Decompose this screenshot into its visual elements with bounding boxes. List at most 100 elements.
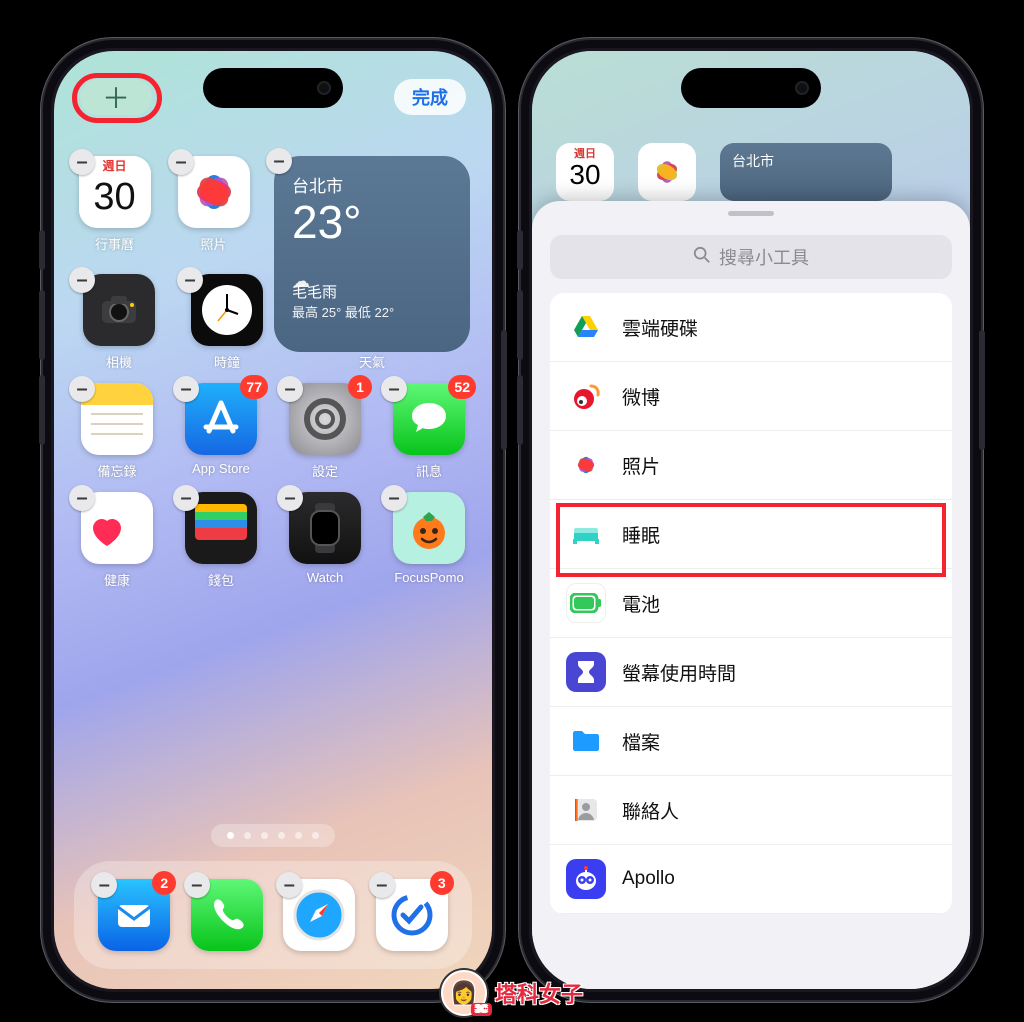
clock-icon (198, 281, 256, 339)
gear-icon (300, 394, 350, 444)
app-label: 健康 (104, 570, 130, 589)
sheet-grabber[interactable] (728, 211, 774, 216)
badge: 3 (430, 871, 454, 895)
app-messages[interactable]: –52 訊息 (388, 383, 470, 480)
dock-ticktick[interactable]: –3 (376, 879, 448, 951)
watch-icon (305, 501, 345, 555)
widget-item-label: 照片 (622, 452, 660, 479)
app-camera[interactable]: – 相機 (76, 274, 162, 371)
app-wallet[interactable]: – 錢包 (180, 492, 262, 589)
contacts-icon (566, 790, 606, 830)
front-camera-icon (317, 81, 331, 95)
remove-icon[interactable]: – (173, 376, 199, 402)
hourglass-icon (566, 652, 606, 692)
widget-item-gdrive[interactable]: 雲端硬碟 (550, 293, 952, 362)
remove-icon[interactable]: – (69, 149, 95, 175)
remove-icon[interactable]: – (381, 485, 407, 511)
mini-weather-widget: 台北市 (720, 143, 892, 201)
camera-icon (96, 287, 142, 333)
widget-item-label: 檔案 (622, 728, 660, 755)
volume-down-button[interactable] (39, 375, 45, 445)
dock-phone[interactable]: – (191, 879, 263, 951)
messages-icon (406, 396, 452, 442)
search-widgets-input[interactable]: 搜尋小工具 (550, 235, 952, 279)
widget-item-sleep[interactable]: 睡眠 (550, 500, 952, 569)
app-watch[interactable]: – Watch (284, 492, 366, 589)
weather-widget[interactable]: – 台北市 23° ☁︎ 毛毛雨 最高 25° 最低 22° 天氣 (274, 156, 470, 372)
volume-up-button[interactable] (39, 290, 45, 360)
widget-item-weibo[interactable]: 微博 (550, 362, 952, 431)
remove-icon[interactable]: – (381, 376, 407, 402)
remove-icon[interactable]: – (184, 872, 210, 898)
badge: 52 (448, 375, 476, 399)
widget-item-photos[interactable]: 照片 (550, 431, 952, 500)
widget-item-contacts[interactable]: 聯絡人 (550, 776, 952, 845)
mini-calendar-icon: 週日 30 (556, 143, 614, 201)
page-dot (278, 832, 285, 839)
app-label: FocusPomo (394, 570, 463, 585)
mute-switch[interactable] (517, 230, 523, 270)
app-settings[interactable]: –1 設定 (284, 383, 366, 480)
app-clock[interactable]: – 時鐘 (184, 274, 270, 371)
gdrive-icon (566, 307, 606, 347)
remove-icon[interactable]: – (277, 485, 303, 511)
remove-icon[interactable]: – (177, 267, 203, 293)
app-notes[interactable]: – 備忘錄 (76, 383, 158, 480)
page-dot (244, 832, 251, 839)
app-label: 錢包 (208, 570, 234, 589)
widget-item-battery[interactable]: 電池 (550, 569, 952, 638)
folder-icon (566, 721, 606, 761)
battery-icon (566, 583, 606, 623)
appstore-icon (199, 397, 243, 441)
screen-right: 週日 30 台北市 搜尋小工具 (532, 51, 970, 989)
remove-icon[interactable]: – (369, 872, 395, 898)
widget-item-label: 睡眠 (622, 521, 660, 548)
widget-item-screentime[interactable]: 螢幕使用時間 (550, 638, 952, 707)
remove-icon[interactable]: – (69, 485, 95, 511)
app-appstore[interactable]: –77 App Store (180, 383, 262, 480)
apollo-icon (566, 859, 606, 899)
widget-item-apollo[interactable]: Apollo (550, 845, 952, 914)
app-label: 時鐘 (214, 352, 240, 371)
page-dot (227, 832, 234, 839)
remove-icon[interactable]: – (266, 148, 292, 174)
safari-icon (290, 886, 348, 944)
weather-city: 台北市 (292, 172, 452, 197)
mail-icon (111, 892, 157, 938)
iphone-frame-right: 週日 30 台北市 搜尋小工具 (521, 40, 981, 1000)
volume-up-button[interactable] (517, 290, 523, 360)
remove-icon[interactable]: – (168, 149, 194, 175)
calendar-day: 30 (79, 176, 151, 219)
ticktick-icon (388, 891, 436, 939)
dock-safari[interactable]: – (283, 879, 355, 951)
power-button[interactable] (501, 330, 507, 450)
dock-mail[interactable]: –2 (98, 879, 170, 951)
app-health[interactable]: – 健康 (76, 492, 158, 589)
volume-down-button[interactable] (517, 375, 523, 445)
remove-icon[interactable]: – (277, 376, 303, 402)
watermark-text: 塔科女子 (495, 977, 583, 1009)
page-dot (261, 832, 268, 839)
app-label: 備忘錄 (97, 461, 136, 480)
photos-icon (188, 166, 240, 218)
mute-switch[interactable] (39, 230, 45, 270)
done-button[interactable]: 完成 (394, 79, 466, 115)
app-focuspomo[interactable]: – FocusPomo (388, 492, 470, 589)
remove-icon[interactable]: – (69, 267, 95, 293)
badge: 2 (152, 871, 176, 895)
weibo-icon (566, 376, 606, 416)
dynamic-island (203, 68, 343, 108)
watermark: 👩 3C 塔科女子 (441, 970, 583, 1016)
mini-photos-icon (638, 143, 696, 201)
widget-item-files[interactable]: 檔案 (550, 707, 952, 776)
remove-icon[interactable]: – (173, 485, 199, 511)
cloud-icon: ☁︎ (292, 271, 310, 292)
app-label: App Store (192, 461, 250, 476)
app-label: 行事曆 (95, 234, 134, 253)
page-dot (312, 832, 319, 839)
app-label: 訊息 (416, 461, 442, 480)
page-indicator[interactable] (211, 824, 335, 847)
power-button[interactable] (979, 330, 985, 450)
app-label: 照片 (200, 234, 226, 253)
remove-icon[interactable]: – (69, 376, 95, 402)
